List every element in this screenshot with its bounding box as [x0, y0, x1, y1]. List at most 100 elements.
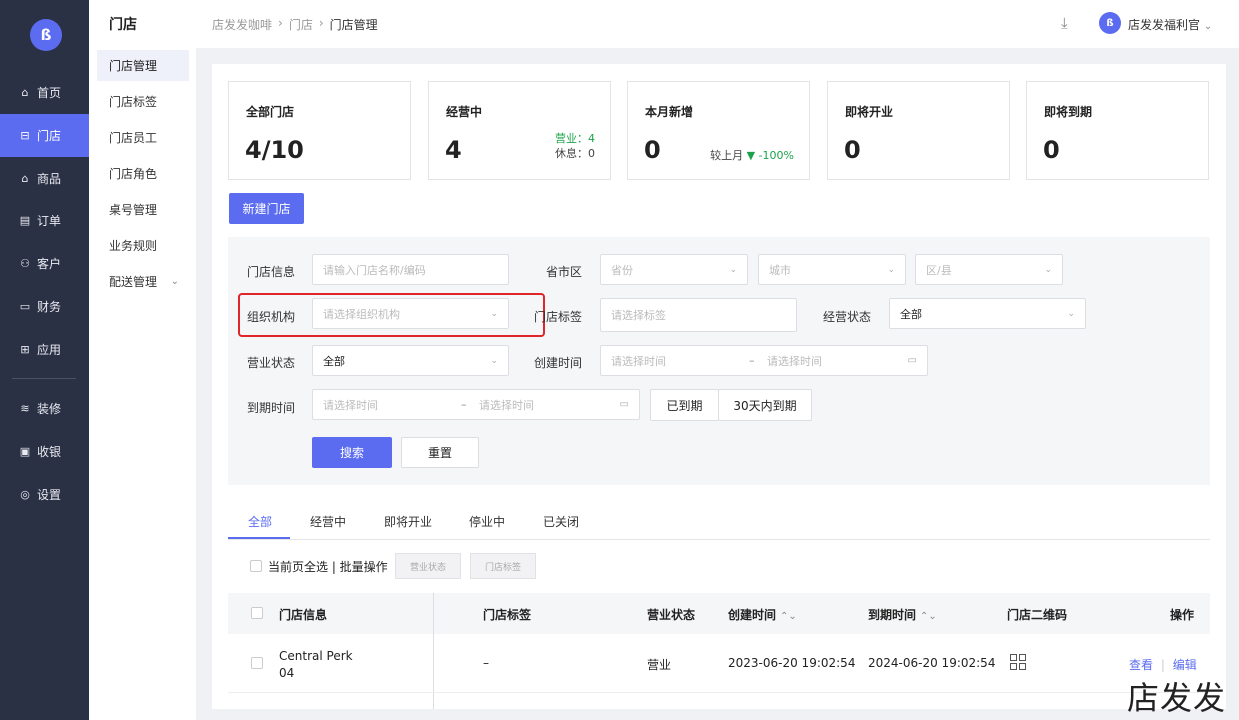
qr-code-icon[interactable] — [1010, 654, 1026, 670]
nav-item-label: 门店 — [37, 129, 62, 143]
search-button[interactable]: 搜索 — [312, 437, 392, 468]
created-start[interactable]: 请选择时间 — [611, 353, 666, 369]
user-icon: ⚇ — [20, 257, 30, 270]
breadcrumb-item[interactable]: 门店 — [289, 16, 313, 33]
stat-rest-count: 休息：0 — [555, 147, 595, 160]
download-icon[interactable]: ⤓ — [1061, 14, 1068, 32]
region-label: 省市区 — [546, 265, 583, 279]
bulk-select: 当前页全选 | 批量操作 — [250, 553, 388, 579]
view-link[interactable]: 查看 — [1129, 658, 1153, 672]
stat-card-new-this-month: 本月新增 0 较上月 ▼ -100% — [627, 81, 810, 180]
tag-label: 门店标签 — [534, 310, 583, 324]
app-logo[interactable]: ß — [30, 19, 62, 51]
created-range-picker[interactable]: 请选择时间 – 请选择时间 ▭ — [600, 345, 928, 376]
calendar-icon: ▭ — [619, 399, 629, 410]
nav-item-store[interactable]: ⊟ 门店 — [0, 114, 89, 157]
stat-breakdown: 营业：4 休息：0 — [555, 131, 595, 161]
stat-card-expiring-soon: 即将到期 0 — [1026, 81, 1209, 180]
column-created[interactable]: 创建时间 ⌃⌄ — [728, 606, 797, 623]
store-info-input[interactable]: 请输入门店名称/编码 — [312, 254, 509, 285]
nav-item-home[interactable]: ⌂ 首页 — [0, 71, 89, 114]
op-status-select[interactable]: 全部 ⌄ — [889, 298, 1086, 329]
subnav-item-delivery[interactable]: 配送管理 ⌄ — [97, 266, 189, 297]
nav-item-customers[interactable]: ⚇ 客户 — [0, 242, 89, 285]
province-select[interactable]: 省份 ⌄ — [600, 254, 748, 285]
city-select[interactable]: 城市 ⌄ — [758, 254, 906, 285]
bulk-status-button[interactable]: 营业状态 — [395, 553, 461, 579]
nav-item-products[interactable]: ⌂ 商品 — [0, 157, 89, 200]
district-placeholder: 区/县 — [926, 263, 952, 277]
subnav-item-table-numbers[interactable]: 桌号管理 — [97, 194, 189, 225]
nav-item-apps[interactable]: ⊞ 应用 — [0, 328, 89, 371]
biz-status-select[interactable]: 全部 ⌄ — [312, 345, 509, 376]
nav-item-finance[interactable]: ▭ 财务 — [0, 285, 89, 328]
store-info-cell: Central Perk 04 — [279, 648, 353, 682]
column-store-tags: 门店标签 — [483, 608, 532, 622]
reset-button[interactable]: 重置 — [401, 437, 479, 468]
tab-closed[interactable]: 已关闭 — [543, 513, 579, 530]
new-store-button[interactable]: 新建门店 — [229, 193, 304, 224]
user-menu[interactable]: 店发发福利官 ⌄ — [1128, 16, 1212, 33]
store-icon: ⊟ — [20, 129, 30, 142]
main-panel: 全部门店 4/10 经营中 4 营业：4 休息：0 本月新增 0 较上月 ▼ -… — [212, 64, 1226, 709]
stat-value: 0 — [844, 136, 861, 164]
stat-card-opening-soon: 即将开业 0 — [827, 81, 1010, 180]
tab-opening-soon[interactable]: 即将开业 — [384, 513, 432, 530]
range-dash: – — [749, 354, 755, 367]
district-select[interactable]: 区/县 ⌄ — [915, 254, 1063, 285]
stat-label: 全部门店 — [246, 105, 295, 119]
stat-compare: 较上月 ▼ -100% — [710, 148, 794, 163]
row-checkbox[interactable] — [251, 657, 263, 669]
sort-icon[interactable]: ⌃⌄ — [780, 611, 797, 622]
store-name: Central Perk — [279, 649, 353, 663]
nav-item-label: 财务 — [37, 300, 62, 314]
order-icon: ▤ — [19, 214, 31, 227]
expire-label: 到期时间 — [247, 401, 296, 415]
avatar[interactable]: ß — [1099, 12, 1121, 34]
subnav-item-business-rules[interactable]: 业务规则 — [97, 230, 189, 261]
breadcrumb-separator: › — [278, 16, 283, 30]
subnav-item-store-roles[interactable]: 门店角色 — [97, 158, 189, 189]
nav-item-label: 商品 — [37, 172, 62, 186]
tag-select[interactable]: 请选择标签 — [600, 298, 797, 332]
expire-range-picker[interactable]: 请选择时间 – 请选择时间 ▭ — [312, 389, 640, 420]
created-end[interactable]: 请选择时间 — [767, 353, 822, 369]
breadcrumb-current: 门店管理 — [329, 18, 378, 32]
status-tabs: 全部 经营中 即将开业 停业中 已关闭 — [228, 504, 1210, 540]
header-checkbox[interactable] — [251, 607, 263, 619]
breadcrumb-item[interactable]: 店发发咖啡 — [212, 16, 272, 33]
nav-item-label: 首页 — [37, 86, 62, 100]
chevron-down-icon: ⌄ — [170, 276, 179, 287]
column-biz-status: 营业状态 — [647, 608, 696, 622]
nav-item-orders[interactable]: ▤ 订单 — [0, 199, 89, 242]
nav-item-label: 客户 — [37, 257, 62, 271]
stat-value: 4/10 — [245, 136, 304, 164]
tab-operating[interactable]: 经营中 — [310, 513, 346, 530]
nav-item-label: 装修 — [37, 402, 62, 416]
expire-30-days-button[interactable]: 30天内到期 — [718, 389, 812, 421]
stat-label: 即将到期 — [1044, 105, 1093, 119]
column-expires[interactable]: 到期时间 ⌃⌄ — [868, 606, 937, 623]
chevron-down-icon: ⌄ — [887, 264, 895, 275]
bulk-tag-button[interactable]: 门店标签 — [470, 553, 536, 579]
sort-icon[interactable]: ⌃⌄ — [920, 611, 937, 622]
created-cell: 2023-06-20 19:02:54 — [728, 656, 856, 670]
subnav-item-store-management[interactable]: 门店管理 — [97, 50, 189, 81]
nav-item-cashier[interactable]: ▣ 收银 — [0, 430, 89, 473]
edit-link[interactable]: 编辑 — [1173, 658, 1197, 672]
table-header: 门店信息 门店标签 营业状态 创建时间 ⌃⌄ 到期时间 ⌃⌄ 门店二维码 操作 — [228, 593, 1210, 634]
tab-suspended[interactable]: 停业中 — [469, 513, 505, 530]
stat-open-count: 营业：4 — [555, 132, 595, 145]
select-all-checkbox[interactable] — [250, 560, 262, 572]
expire-end[interactable]: 请选择时间 — [479, 397, 534, 413]
expire-start[interactable]: 请选择时间 — [323, 397, 378, 413]
expired-button[interactable]: 已到期 — [650, 389, 719, 421]
nav-item-decorate[interactable]: ≋ 装修 — [0, 387, 89, 430]
top-bar: 店发发咖啡 › 门店 › 门店管理 ⤓ ß 店发发福利官 ⌄ — [196, 0, 1239, 48]
subnav-item-store-tags[interactable]: 门店标签 — [97, 86, 189, 117]
subnav-item-store-staff[interactable]: 门店员工 — [97, 122, 189, 153]
store-info-label: 门店信息 — [247, 265, 296, 279]
tab-all[interactable]: 全部 — [248, 513, 272, 530]
nav-item-settings[interactable]: ◎ 设置 — [0, 473, 89, 516]
stat-label: 本月新增 — [645, 105, 694, 119]
